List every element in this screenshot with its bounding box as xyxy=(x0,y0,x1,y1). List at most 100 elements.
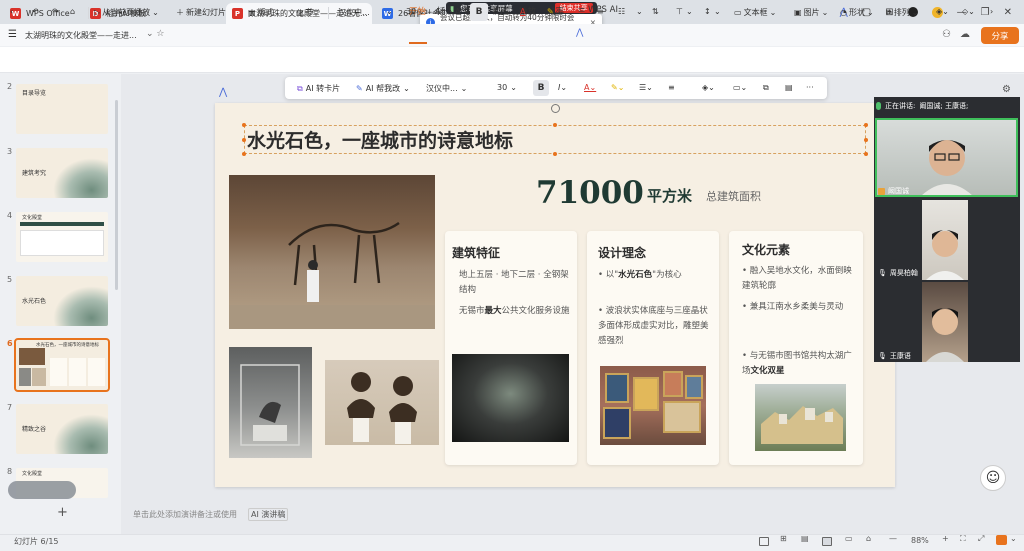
line-spacing-dropdown-icon[interactable]: ⌄ xyxy=(714,7,721,16)
fill-icon[interactable]: ◈⌄ xyxy=(936,7,949,16)
glass-display-photo[interactable] xyxy=(229,347,312,458)
bullets-icon[interactable]: ☰ xyxy=(578,7,585,16)
layout-button[interactable]: ▤ 版式 xyxy=(248,7,274,18)
resize-handle[interactable] xyxy=(242,138,246,142)
fit-window-icon[interactable]: ⛶ xyxy=(960,534,966,544)
hamburger-icon[interactable]: ☰ xyxy=(8,29,17,40)
video-tile-participant-3[interactable] xyxy=(922,282,968,362)
resize-handle[interactable] xyxy=(864,152,868,156)
close-window-icon[interactable]: ✕ xyxy=(1004,7,1012,18)
floating-assistant-pill[interactable] xyxy=(8,481,76,499)
stat-unit[interactable]: 平方米 xyxy=(647,185,692,206)
italic-dropdown-icon[interactable]: ⌄ xyxy=(504,7,511,16)
italic-button[interactable]: I xyxy=(494,7,496,16)
zoom-level[interactable]: 88% xyxy=(911,536,929,545)
font-name-select[interactable]: 汉仪中... xyxy=(338,7,370,18)
distribute-icon[interactable]: ⇅ xyxy=(652,7,659,16)
play-from-current-button[interactable]: ▷ 从当前页播放 ⌄ xyxy=(94,7,159,18)
gallery-paintings-photo[interactable] xyxy=(600,366,706,445)
immersive-theater-photo[interactable] xyxy=(452,354,569,442)
bold-button[interactable]: B xyxy=(470,3,488,21)
video-tile-participant-2[interactable] xyxy=(922,200,968,280)
text-direction-dropdown-icon[interactable]: ⌄ xyxy=(686,7,693,16)
add-slide-icon[interactable]: + xyxy=(57,505,68,520)
resize-handle[interactable] xyxy=(553,152,557,156)
thumbnail-scrollbar[interactable] xyxy=(115,100,118,290)
ai-assist-icon[interactable]: ⋀ xyxy=(219,87,227,98)
float-align-icon[interactable]: ≡ xyxy=(668,83,675,92)
thumbnail-slide-6[interactable]: 水光石色，一座城市的诗意地标 xyxy=(14,338,110,392)
doc-title[interactable]: 太湖明珠的文化殿堂——走进... xyxy=(25,30,137,41)
align-dropdown-icon[interactable]: ⌄ xyxy=(636,7,643,16)
fullscreen-icon[interactable]: ⤢ xyxy=(978,534,984,544)
resize-handle[interactable] xyxy=(242,123,246,127)
collapse-icon[interactable]: ‹ xyxy=(10,7,13,16)
thumbnail-slide-3[interactable]: 建筑考究 xyxy=(16,148,108,198)
thumbnail-slide-7[interactable]: 精致之谷 xyxy=(16,404,108,454)
zoom-out-icon[interactable]: — xyxy=(889,534,897,543)
fit-view-icon[interactable]: ⌂ xyxy=(866,534,871,543)
notes-view-icon[interactable]: ▭ xyxy=(845,534,853,543)
restore-icon[interactable]: ❐ xyxy=(981,7,990,18)
shrink-font-icon[interactable]: A⁻ xyxy=(455,7,465,16)
float-outline-icon[interactable]: ▭⌄ xyxy=(733,83,747,92)
settings-gear-icon[interactable]: ⚙ xyxy=(1002,84,1011,95)
zoom-in-icon[interactable]: + xyxy=(942,534,949,543)
format-painter-icon[interactable]: ⌂ xyxy=(70,7,75,16)
resize-handle[interactable] xyxy=(553,123,557,127)
font-dropdown-icon[interactable]: ⌄ xyxy=(386,7,393,16)
highlight-icon[interactable]: ✎ xyxy=(547,7,554,16)
speaker-notes-placeholder[interactable]: 单击此处添加演讲备注或使用 xyxy=(133,509,237,520)
float-bold-button[interactable]: B xyxy=(533,80,549,96)
arrange-button[interactable]: ⧉ 排列 ⌄ xyxy=(886,7,918,18)
float-italic-button[interactable]: I⌄ xyxy=(558,83,567,92)
ai-help-edit-button[interactable]: ✎ AI 帮我改 ⌄ xyxy=(356,83,410,94)
text-direction-icon[interactable]: ⊤ xyxy=(676,7,683,16)
new-slide-button[interactable]: ＋新建幻灯片 xyxy=(176,7,226,18)
picture-button[interactable]: ▣ 图片 ⌄ xyxy=(794,7,828,18)
float-comment-icon[interactable]: ▤ xyxy=(785,83,793,92)
slideshow-dropdown-icon[interactable]: ⌄ xyxy=(1010,534,1017,543)
font-color-dropdown-icon[interactable]: ⌄ xyxy=(530,7,537,16)
bronze-busts-photo[interactable] xyxy=(325,360,439,445)
numbering-icon[interactable]: ≡ xyxy=(597,7,604,16)
line-spacing-icon[interactable]: ↕ xyxy=(704,7,711,16)
normal-view-icon[interactable] xyxy=(759,537,769,546)
float-fill-icon[interactable]: ◈⌄ xyxy=(702,83,715,92)
share-button[interactable]: 分享 xyxy=(981,27,1019,44)
float-more-icon[interactable]: ··· xyxy=(806,83,814,92)
undo-icon[interactable]: ↶ xyxy=(32,7,39,16)
float-copy-style-icon[interactable]: ⧉ xyxy=(763,83,769,93)
reading-view-icon[interactable] xyxy=(822,537,832,546)
font-size-select[interactable]: 30 xyxy=(406,7,416,16)
sorter-view-icon[interactable]: ▤ xyxy=(801,534,809,543)
textbox-button[interactable]: ▭ 文本框 ⌄ xyxy=(734,7,776,18)
float-size-select[interactable]: 30 ⌄ xyxy=(497,83,517,92)
slide-title[interactable]: 水光石色，一座城市的诗意地标 xyxy=(247,126,513,153)
float-font-select[interactable]: 汉仪中... ⌄ xyxy=(426,83,467,94)
rotate-handle-icon[interactable] xyxy=(551,104,560,113)
resize-handle[interactable] xyxy=(864,138,868,142)
doc-menu-icon[interactable]: ⌄ ☆ xyxy=(146,29,164,39)
ai-script-button[interactable]: AI 演讲稿 xyxy=(248,508,289,521)
start-slideshow-icon[interactable] xyxy=(996,535,1007,545)
section-button[interactable]: ▥ 节 xyxy=(296,7,314,18)
outline-icon[interactable]: ◇⌄ xyxy=(962,7,975,16)
stat-value[interactable]: 71000 xyxy=(536,175,644,211)
stat-description[interactable]: 总建筑面积 xyxy=(706,188,761,204)
thumbnail-slide-5[interactable]: 水光石色 xyxy=(16,276,108,326)
align-icon[interactable]: ☷ xyxy=(618,7,625,16)
font-color-button[interactable]: A xyxy=(520,7,525,16)
museum-hall-photo[interactable] xyxy=(229,175,435,329)
highlight-dropdown-icon[interactable]: ⌄ xyxy=(557,7,564,16)
size-dropdown-icon[interactable]: ⌄ xyxy=(418,7,425,16)
grid-view-icon[interactable]: ⊞ xyxy=(780,534,787,543)
city-model-photo[interactable] xyxy=(755,384,846,451)
thumbnail-slide-4[interactable]: 文化殿堂 xyxy=(16,212,108,262)
float-font-color-button[interactable]: A⌄ xyxy=(584,83,596,92)
resize-handle[interactable] xyxy=(242,152,246,156)
cloud-icon[interactable]: ☁ xyxy=(960,29,970,40)
resize-handle[interactable] xyxy=(864,123,868,127)
more-icon[interactable]: › xyxy=(990,7,993,16)
redo-icon[interactable]: ↷ xyxy=(52,7,59,16)
